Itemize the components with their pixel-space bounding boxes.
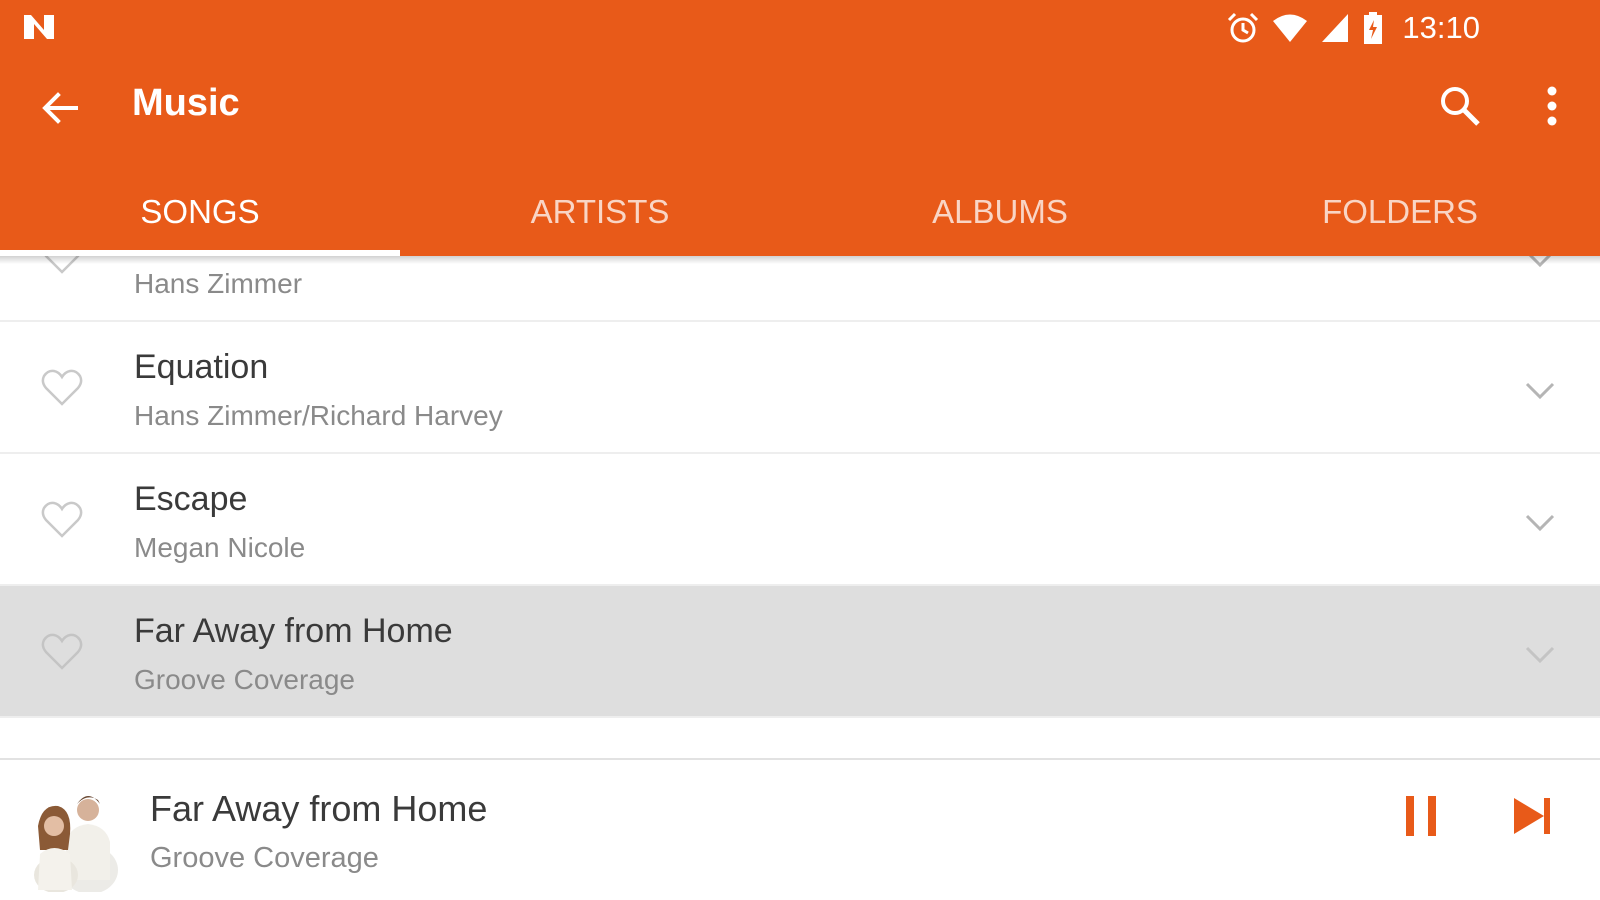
song-title: Equation [134,348,269,386]
list-item[interactable]: Equation Hans Zimmer/Richard Harvey [0,322,1600,454]
toolbar: Music [0,56,1600,156]
chevron-down-icon[interactable] [1522,504,1558,540]
notification-n-icon [24,15,54,39]
wifi-icon [1273,14,1308,42]
list-item[interactable]: Hans Zimmer [0,256,1600,322]
back-button[interactable] [32,80,88,136]
favorite-heart-icon[interactable] [40,366,84,410]
chevron-down-icon[interactable] [1522,636,1558,672]
album-art[interactable] [30,780,122,892]
signal-icon [1322,14,1349,42]
song-artist: Megan Nicole [134,532,306,563]
song-list[interactable]: Hans Zimmer Equation Hans Zimmer/Richard… [0,256,1600,760]
battery-charging-icon [1364,12,1383,44]
pause-icon[interactable] [1400,788,1456,844]
now-playing-title: Far Away from Home [150,788,488,829]
status-time: 13:10 [1402,10,1480,45]
song-title: Escape [134,480,248,518]
more-vert-icon [1547,86,1557,126]
list-item-selected[interactable]: Far Away from Home Groove Coverage [0,586,1600,718]
song-artist: Groove Coverage [134,664,356,695]
song-artist: Hans Zimmer/Richard Harvey [134,400,503,431]
overflow-menu-button[interactable] [1524,78,1580,134]
status-bar: 13:10 [0,0,1600,56]
song-title: Far Away from Home [134,612,453,650]
tab-artists[interactable]: ARTISTS [400,168,800,256]
skip-next-icon[interactable] [1510,788,1566,844]
search-button[interactable] [1432,78,1488,134]
page-title: Music [132,82,240,124]
app-bar-shadow [0,256,1600,264]
now-playing-bar[interactable]: Far Away from Home Groove Coverage [0,758,1600,900]
status-icons: 13:10 [1226,10,1480,46]
search-icon [1441,87,1480,126]
back-arrow-icon [42,92,78,124]
alarm-icon [1228,12,1259,43]
favorite-heart-icon[interactable] [40,630,84,674]
song-artist: Hans Zimmer [134,268,303,299]
chevron-down-icon[interactable] [1522,372,1558,408]
tab-albums[interactable]: ALBUMS [800,168,1200,256]
tab-bar: SONGS ARTISTS ALBUMS FOLDERS [0,168,1600,256]
now-playing-artist: Groove Coverage [150,842,379,874]
tab-songs[interactable]: SONGS [0,168,400,256]
favorite-heart-icon[interactable] [40,498,84,542]
list-item[interactable]: Escape Megan Nicole [0,454,1600,586]
tab-folders[interactable]: FOLDERS [1200,168,1600,256]
app-bar: 13:10 Music SONGS ARTISTS ALBUMS FOLDERS [0,0,1600,256]
